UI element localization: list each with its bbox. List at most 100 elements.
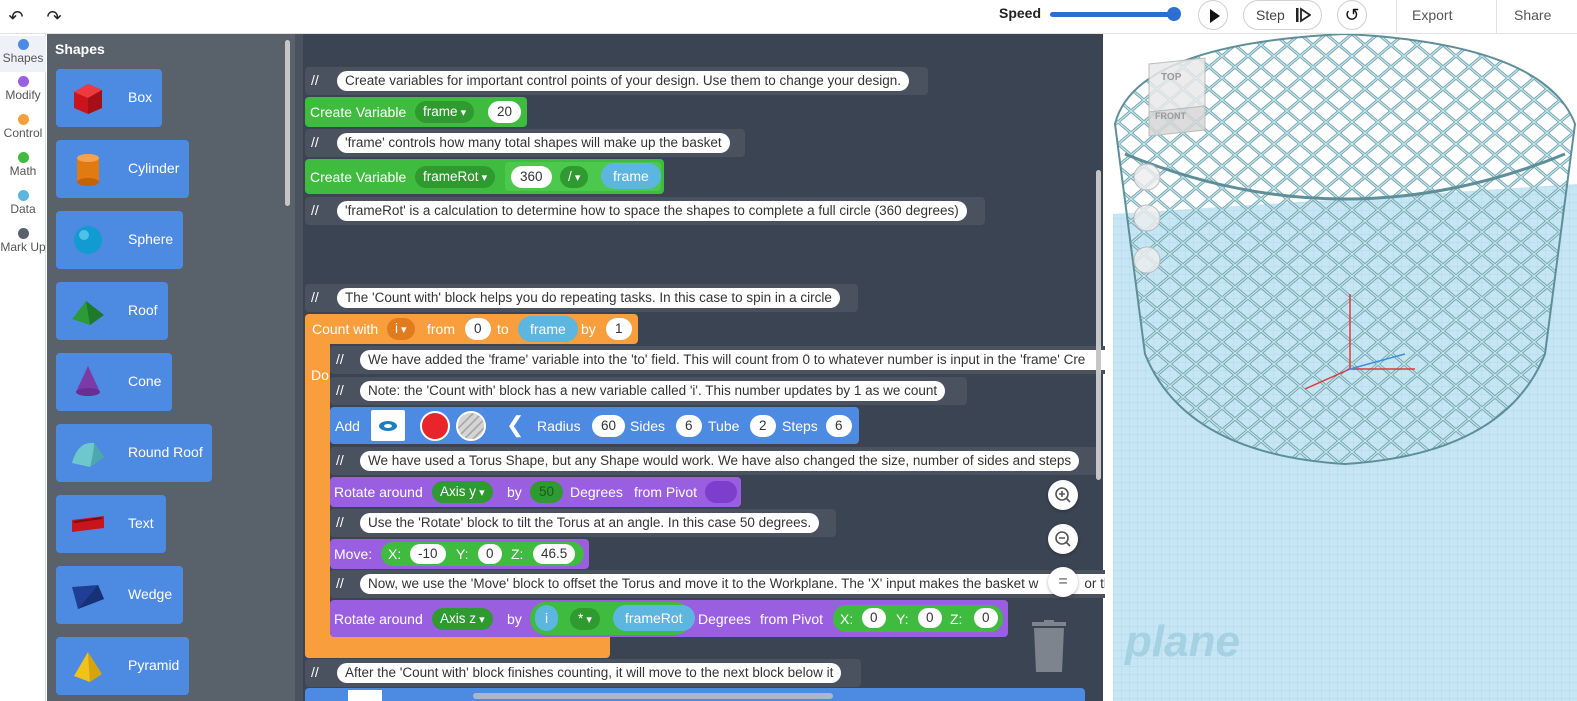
torus-thumbnail[interactable] [371, 410, 405, 441]
step-button[interactable]: Step [1243, 0, 1322, 30]
play-button[interactable] [1198, 0, 1228, 30]
comment-text[interactable]: After the 'Count with' block finishes co… [337, 663, 842, 683]
shape-block-sphere[interactable]: Sphere [56, 211, 183, 269]
shape-block-wedge[interactable]: Wedge [56, 566, 183, 624]
comment-block[interactable]: // Now, we use the 'Move' block to offse… [330, 570, 1105, 598]
shape-block-roof[interactable]: Roof [56, 282, 168, 340]
number-input[interactable]: 20 [488, 101, 522, 123]
math-operation-block[interactable]: 360 / frame [505, 162, 661, 191]
comment-text[interactable]: Note: the 'Count with' block has a new v… [360, 381, 946, 401]
shape-block-text[interactable]: Text [56, 495, 166, 553]
zoom-out-button[interactable] [1048, 524, 1078, 554]
comment-block[interactable]: // Note: the 'Count with' block has a ne… [330, 377, 967, 405]
comment-icon: // [336, 382, 344, 398]
operator-dropdown[interactable]: / [560, 166, 589, 188]
add-shape-block[interactable]: Add ❮ Radius 60 Sides 6 Tube 2 Steps 6 [330, 407, 859, 444]
speed-slider-knob[interactable] [1167, 7, 1181, 21]
variable-reporter[interactable]: i [535, 605, 559, 631]
comment-block[interactable]: // 'frame' controls how many total shape… [305, 129, 745, 157]
shape-block-box[interactable]: Box [56, 69, 162, 127]
x-input[interactable]: 0 [862, 608, 886, 628]
category-shapes[interactable]: Shapes [0, 36, 46, 72]
number-input[interactable]: 50 [530, 481, 564, 503]
rotate-block[interactable]: Rotate around Axis z by i * frameRot Deg… [330, 600, 1008, 637]
variable-reporter[interactable]: frame [601, 163, 661, 189]
comment-block[interactable]: // After the 'Count with' block finishes… [305, 659, 861, 687]
move-block[interactable]: Move: X: -10 Y: 0 Z: 46.5 [330, 539, 589, 569]
variable-dropdown[interactable]: frameRot [415, 166, 496, 188]
comment-text[interactable]: We have used a Torus Shape, but any Shap… [360, 451, 1080, 471]
scrollbar-horizontal[interactable] [473, 693, 833, 699]
comment-block[interactable]: // We have used a Torus Shape, but any S… [330, 447, 1098, 475]
category-modify[interactable]: Modify [0, 76, 46, 102]
comment-block[interactable]: // Create variables for important contro… [305, 67, 928, 95]
viewcube[interactable]: TOP FRONT [1148, 57, 1206, 137]
undo-icon[interactable]: ↶ [5, 6, 27, 28]
view-fit-icon[interactable] [1133, 204, 1161, 232]
number-input[interactable]: 2 [750, 415, 776, 437]
share-button[interactable]: Share [1514, 7, 1551, 23]
comment-text[interactable]: Use the 'Rotate' block to tilt the Torus… [360, 513, 820, 533]
shape-block-round-roof[interactable]: Round Roof [56, 424, 212, 482]
comment-text[interactable]: The 'Count with' block helps you do repe… [337, 288, 840, 308]
comment-text[interactable]: Now, we use the 'Move' block to offset t… [360, 574, 1105, 594]
view-home-icon[interactable] [1133, 163, 1161, 191]
comment-icon: // [336, 575, 344, 591]
comment-block[interactable]: // Use the 'Rotate' block to tilt the To… [330, 509, 836, 537]
count-with-block[interactable]: Count with i from 0 to frame by 1 [305, 314, 638, 344]
comment-text[interactable]: We have added the 'frame' variable into … [360, 350, 1105, 370]
redo-icon[interactable]: ↷ [43, 6, 65, 28]
add-shape-block-partial[interactable] [305, 688, 1085, 701]
z-input[interactable]: 46.5 [533, 544, 576, 564]
variable-dropdown[interactable]: i [387, 318, 415, 340]
comment-text[interactable]: 'frameRot' is a calculation to determine… [337, 201, 967, 221]
category-data[interactable]: Data [0, 190, 46, 216]
variable-dropdown[interactable]: frame [415, 101, 475, 123]
flyout-scrollbar[interactable] [285, 40, 290, 206]
number-input[interactable]: 360 [511, 166, 552, 188]
axis-dropdown[interactable]: Axis y [432, 481, 493, 503]
number-input[interactable]: 0 [465, 318, 491, 340]
axis-dropdown[interactable]: Axis z [432, 608, 493, 630]
create-variable-block[interactable]: Create Variable frame 20 [305, 97, 527, 127]
operator-dropdown[interactable]: * [570, 608, 600, 630]
hole-swatch[interactable] [456, 411, 486, 441]
variable-reporter[interactable]: frameRot [613, 605, 695, 631]
comment-text[interactable]: Create variables for important control p… [337, 71, 910, 91]
workspace-scrollbar[interactable] [1096, 170, 1101, 480]
x-input[interactable]: -10 [410, 544, 446, 564]
category-label: Math [9, 164, 37, 178]
rotate-block[interactable]: Rotate around Axis y by 50 Degrees from … [330, 477, 741, 507]
y-input[interactable]: 0 [918, 608, 942, 628]
comment-text[interactable]: 'frame' controls how many total shapes w… [337, 133, 730, 153]
viewcube-top-label: TOP [1161, 72, 1182, 83]
color-swatch[interactable] [420, 411, 450, 441]
shape-block-pyramid[interactable]: Pyramid [56, 637, 189, 695]
number-input[interactable]: 1 [606, 318, 632, 340]
trash-icon[interactable] [1030, 620, 1068, 672]
create-variable-block[interactable]: Create Variable frameRot 360 / frame [305, 159, 664, 194]
comment-block[interactable]: // The 'Count with' block helps you do r… [305, 284, 858, 312]
variable-reporter[interactable]: frame [518, 316, 578, 342]
shape-block-cylinder[interactable]: Cylinder [56, 140, 189, 198]
category-math[interactable]: Math [0, 152, 46, 178]
zoom-reset-button[interactable]: = [1048, 567, 1078, 597]
category-markup[interactable]: Mark Up [0, 228, 46, 254]
view-zoom-icon[interactable] [1133, 246, 1161, 274]
number-input[interactable]: 6 [676, 415, 702, 437]
collapse-chevron-icon[interactable]: ❮ [506, 413, 524, 437]
z-input[interactable]: 0 [974, 608, 998, 628]
3d-viewport[interactable]: plane TOP FRONT [1105, 34, 1577, 701]
comment-block[interactable]: // We have added the 'frame' variable in… [330, 346, 1105, 374]
number-input[interactable]: 6 [826, 415, 852, 437]
speed-slider[interactable] [1050, 7, 1181, 21]
shape-block-cone[interactable]: Cone [56, 353, 172, 411]
export-button[interactable]: Export [1412, 7, 1452, 23]
rewind-button[interactable]: ↺ [1337, 0, 1367, 30]
zoom-in-button[interactable] [1048, 480, 1078, 510]
pivot-input[interactable] [705, 481, 737, 503]
comment-block[interactable]: // 'frameRot' is a calculation to determ… [305, 197, 985, 225]
y-input[interactable]: 0 [478, 544, 502, 564]
category-control[interactable]: Control [0, 114, 46, 140]
number-input[interactable]: 60 [592, 415, 626, 437]
